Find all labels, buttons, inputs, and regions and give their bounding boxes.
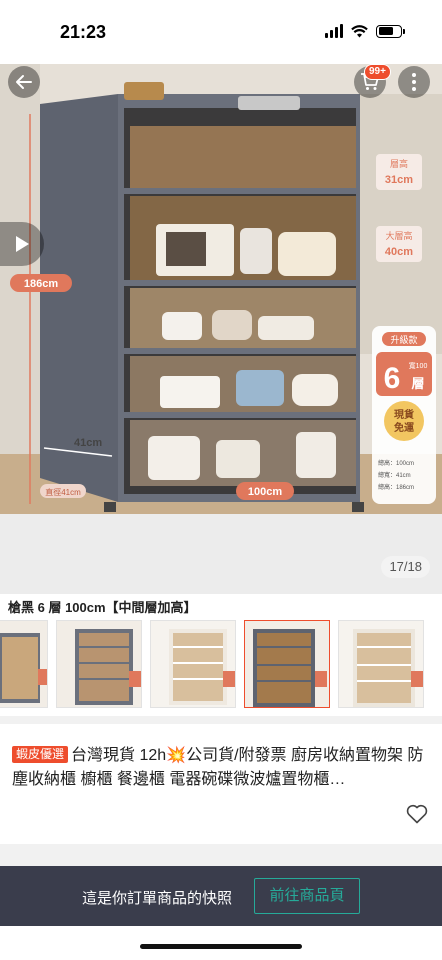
- dot-icon: [412, 87, 416, 91]
- large-gap-label: 大層高: [385, 230, 412, 241]
- top-gap-label: 層高: [390, 158, 408, 169]
- cart-count-badge: 99+: [364, 64, 391, 80]
- status-icons: [325, 24, 405, 38]
- gallery-footer-area: [0, 514, 442, 594]
- depth-side-label: 直徑41cm: [45, 487, 81, 497]
- more-options-button[interactable]: [398, 66, 430, 98]
- tiers-unit: 層: [411, 376, 424, 391]
- dot-icon: [412, 80, 416, 84]
- order-snapshot-bar: 這是你訂單商品的快照 前往商品頁: [0, 866, 442, 926]
- depth-label: 41cm: [74, 437, 102, 449]
- section-divider: [0, 844, 442, 866]
- arrow-left-icon: [16, 75, 32, 89]
- home-indicator[interactable]: [140, 944, 302, 949]
- variation-thumbnail[interactable]: [0, 620, 48, 708]
- variation-thumbnail-strip[interactable]: [0, 620, 442, 710]
- product-photo: 186cm 41cm 100cm 直徑41cm 層高 31cm 大層高 40cm…: [0, 64, 442, 514]
- variation-thumbnail-selected[interactable]: [244, 620, 330, 708]
- wifi-icon: [351, 24, 368, 37]
- product-info-section: 蝦皮優選 台灣現貨 12h💥公司貨/附發票 廚房收納置物架 防塵收納櫃 櫥櫃 餐邊…: [0, 716, 442, 844]
- video-play-button[interactable]: [0, 222, 44, 266]
- spec-line3: 總高：186cm: [378, 483, 414, 491]
- selected-variation-label: 槍黑 6 層 100cm【中間層加高】: [8, 600, 197, 615]
- heart-icon: [406, 804, 428, 824]
- back-button[interactable]: [8, 66, 40, 98]
- upgrade-label: 升級款: [390, 334, 417, 345]
- stock-line1: 現貨: [394, 408, 414, 421]
- width-label: 100cm: [248, 486, 282, 498]
- image-counter: 17/18: [381, 556, 430, 578]
- play-icon: [16, 236, 29, 252]
- large-gap-value: 40cm: [385, 246, 413, 258]
- cellular-signal-icon: [325, 24, 343, 38]
- stock-line2: 免運: [394, 421, 414, 434]
- go-to-product-page-button[interactable]: 前往商品頁: [254, 878, 360, 914]
- snapshot-notice: 這是你訂單商品的快照: [82, 890, 233, 907]
- top-gap-value: 31cm: [385, 174, 413, 186]
- spec-line2: 總寬：41cm: [378, 471, 411, 479]
- variation-thumbnail[interactable]: [150, 620, 236, 708]
- spec-line1: 總高：100cm: [378, 459, 414, 467]
- status-time: 21:23: [60, 22, 107, 42]
- battery-icon: [376, 24, 405, 38]
- product-title: 蝦皮優選 台灣現貨 12h💥公司貨/附發票 廚房收納置物架 防塵收納櫃 櫥櫃 餐邊…: [12, 744, 432, 792]
- product-title-text: 台灣現貨 12h💥公司貨/附發票 廚房收納置物架 防塵收納櫃 櫥櫃 餐邊櫃 電器…: [12, 747, 424, 788]
- width-tag: 寬100: [409, 361, 428, 370]
- dot-icon: [412, 73, 416, 77]
- product-image-gallery[interactable]: 186cm 41cm 100cm 直徑41cm 層高 31cm 大層高 40cm…: [0, 64, 442, 594]
- height-label: 186cm: [24, 278, 58, 290]
- tiers-number: 6: [384, 362, 401, 395]
- cart-button[interactable]: 99+: [354, 64, 391, 98]
- status-bar: 21:23: [0, 0, 442, 64]
- variation-thumbnail[interactable]: [56, 620, 142, 708]
- shopee-choice-badge: 蝦皮優選: [12, 746, 69, 763]
- variation-thumbnail[interactable]: [338, 620, 424, 708]
- like-button[interactable]: [406, 804, 428, 829]
